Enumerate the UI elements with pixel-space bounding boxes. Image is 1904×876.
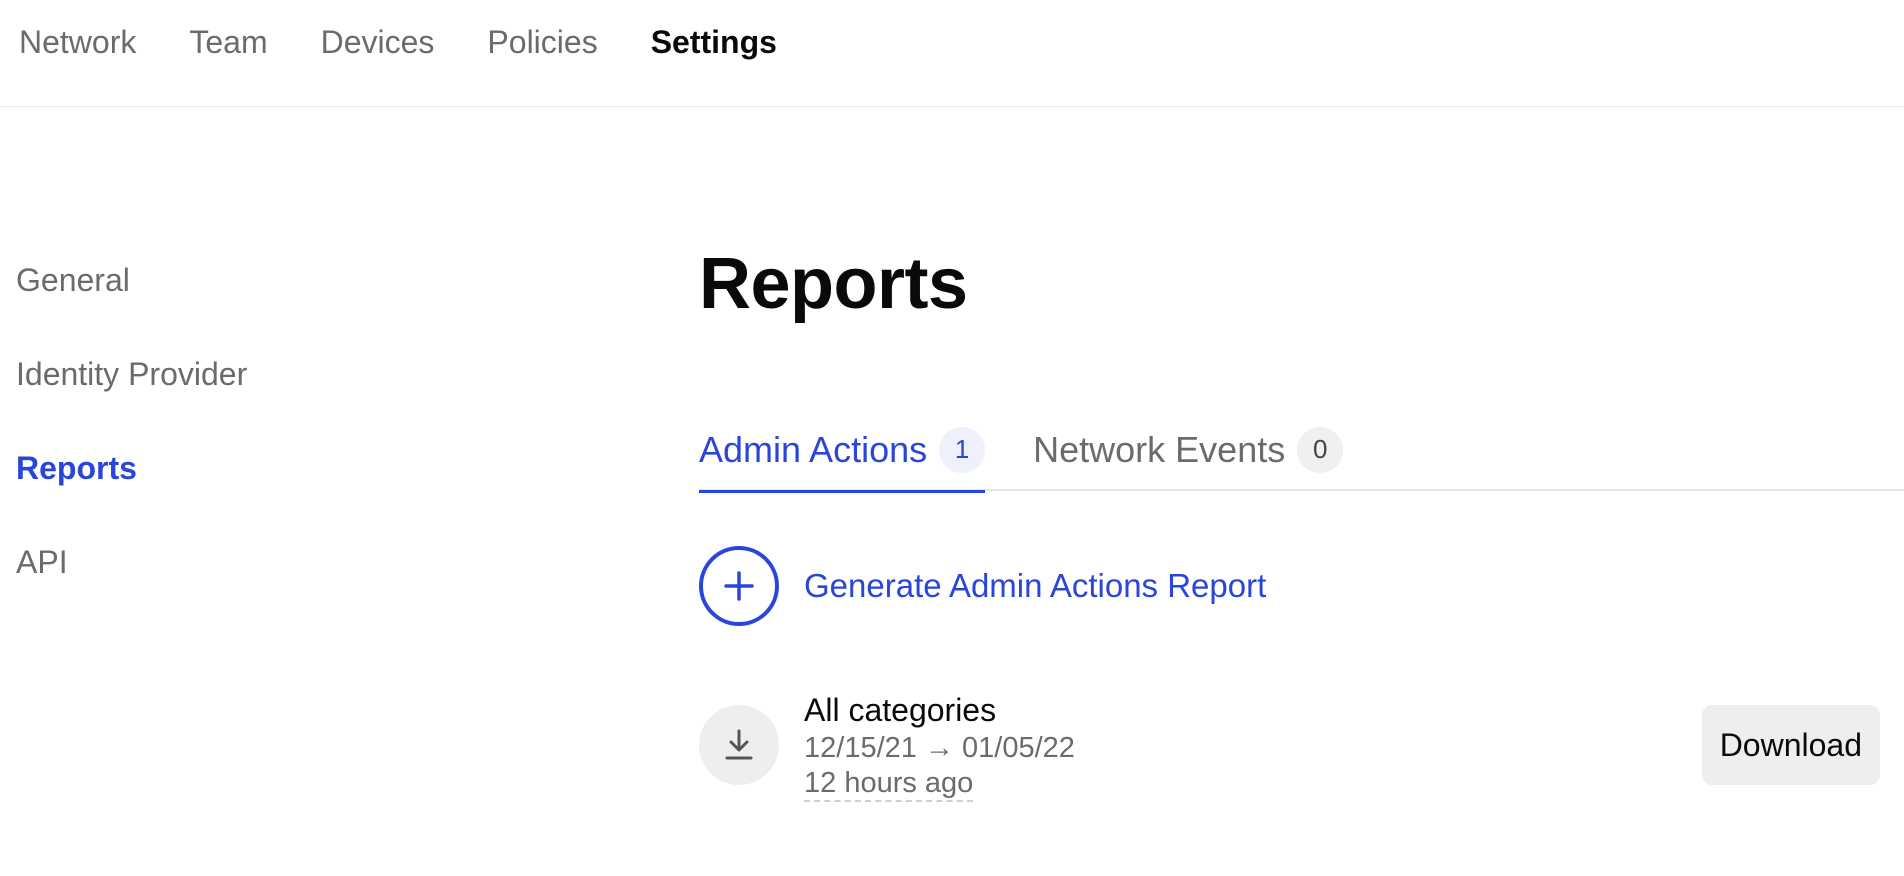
main-content: Reports Admin Actions 1 Network Events 0… bbox=[699, 0, 1904, 876]
nav-item-policies[interactable]: Policies bbox=[487, 22, 597, 62]
nav-item-network[interactable]: Network bbox=[19, 22, 136, 62]
tab-label: Admin Actions bbox=[699, 428, 928, 470]
report-name: All categories bbox=[804, 692, 997, 728]
report-info: All categories 12/15/21 → 01/05/22 12 ho… bbox=[804, 690, 1075, 802]
tab-admin-actions[interactable]: Admin Actions 1 bbox=[699, 408, 986, 493]
plus-icon bbox=[699, 546, 779, 626]
report-row: All categories 12/15/21 → 01/05/22 12 ho… bbox=[699, 690, 1880, 810]
tab-label: Network Events bbox=[1033, 428, 1286, 470]
generate-report-button[interactable]: Generate Admin Actions Report bbox=[699, 546, 1266, 626]
sidebar-item-general[interactable]: General bbox=[16, 258, 416, 352]
tab-count-badge: 1 bbox=[939, 426, 986, 473]
sidebar-item-reports[interactable]: Reports bbox=[16, 446, 416, 540]
sidebar-item-api[interactable]: API bbox=[16, 540, 416, 634]
report-timestamp: 12 hours ago bbox=[804, 766, 974, 802]
report-tabs: Admin Actions 1 Network Events 0 bbox=[699, 408, 1904, 493]
download-icon bbox=[699, 705, 779, 785]
page-title: Reports bbox=[699, 244, 968, 324]
generate-report-label: Generate Admin Actions Report bbox=[804, 567, 1267, 604]
download-button[interactable]: Download bbox=[1701, 705, 1880, 785]
report-date-range: 12/15/21 → 01/05/22 bbox=[804, 732, 1075, 764]
settings-sidebar: General Identity Provider Reports API bbox=[16, 258, 416, 634]
tab-count-badge: 0 bbox=[1297, 426, 1344, 473]
nav-item-devices[interactable]: Devices bbox=[321, 22, 435, 62]
nav-item-team[interactable]: Team bbox=[189, 22, 267, 62]
sidebar-item-identity-provider[interactable]: Identity Provider bbox=[16, 352, 416, 446]
tab-network-events[interactable]: Network Events 0 bbox=[1033, 408, 1344, 491]
